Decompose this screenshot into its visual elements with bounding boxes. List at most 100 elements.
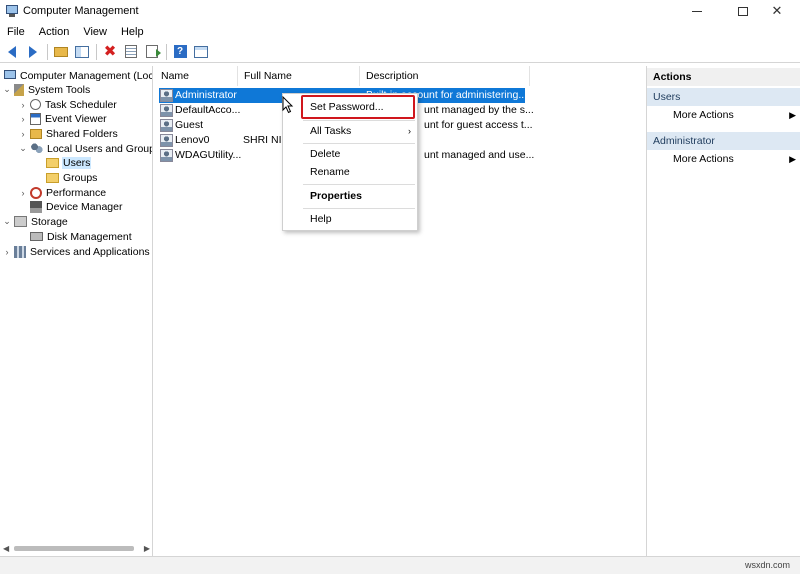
folder-icon: [46, 172, 59, 183]
folder-icon: [46, 157, 59, 168]
console-tree: Computer Management (Local ⌄ System Tool…: [0, 66, 153, 556]
tree-item-label: Disk Management: [47, 230, 132, 243]
status-bar: [0, 556, 800, 574]
menu-item-delete[interactable]: Delete: [283, 145, 419, 163]
window-title: Computer Management: [23, 5, 139, 17]
properties-button[interactable]: [121, 42, 141, 62]
menu-bar: File Action View Help: [0, 23, 800, 41]
watermark-text: wsxdn.com: [745, 560, 791, 570]
tree-item-system-tools[interactable]: ⌄ System Tools: [2, 82, 91, 97]
column-header-name[interactable]: Name: [155, 66, 238, 86]
tree-item-local-users-groups[interactable]: ⌄ Local Users and Groups: [18, 141, 153, 156]
toolbar-separator: [96, 43, 97, 60]
user-name: DefaultAcco...: [175, 104, 241, 116]
actions-section-administrator[interactable]: Administrator: [647, 132, 800, 150]
scrollbar-thumb[interactable]: [14, 546, 134, 551]
set-password-highlight-box: [301, 95, 415, 119]
menu-view[interactable]: View: [76, 26, 114, 38]
more-actions-label: More Actions: [673, 109, 734, 121]
toolbar-separator: [166, 43, 167, 60]
chevron-down-icon[interactable]: ⌄: [18, 143, 28, 154]
help-button[interactable]: ?: [170, 42, 190, 62]
chevron-right-icon[interactable]: ›: [18, 129, 28, 139]
user-name: Lenov0: [175, 134, 210, 146]
tree-item-label: Services and Applications: [30, 245, 150, 258]
tree-item-users[interactable]: Users: [44, 155, 92, 170]
maximize-icon: [738, 6, 748, 16]
tree-item-storage[interactable]: ⌄ Storage: [2, 214, 69, 229]
tree-item-label: Local Users and Groups: [47, 142, 153, 155]
tree-item-performance[interactable]: › Performance: [18, 185, 107, 200]
column-header-full-name[interactable]: Full Name: [238, 66, 360, 86]
show-hide-tree-button[interactable]: [72, 42, 92, 62]
tree-item-root[interactable]: Computer Management (Local: [2, 68, 153, 83]
chevron-right-icon[interactable]: ›: [18, 100, 28, 110]
user-name: WDAGUtility...: [175, 149, 241, 161]
submenu-arrow-icon: ▶: [789, 110, 796, 120]
menu-file[interactable]: File: [0, 26, 32, 38]
menu-item-properties[interactable]: Properties: [283, 187, 419, 205]
tree-item-services-applications[interactable]: › Services and Applications: [2, 244, 151, 259]
chevron-right-icon[interactable]: ›: [18, 114, 28, 124]
minimize-icon: [692, 10, 702, 12]
tree-item-groups[interactable]: Groups: [44, 170, 98, 185]
menu-item-rename[interactable]: Rename: [283, 163, 419, 181]
user-description: unt for guest access t...: [424, 119, 533, 131]
chevron-down-icon[interactable]: ⌄: [2, 216, 12, 227]
administrator-more-actions[interactable]: More Actions ▶: [647, 150, 800, 168]
user-full-name: SHRI NID: [243, 134, 285, 146]
event-viewer-icon: [30, 112, 41, 125]
forward-button[interactable]: [23, 42, 43, 62]
menu-separator: [303, 143, 415, 144]
tree-item-label: Performance: [46, 186, 107, 199]
delete-button[interactable]: ✖: [100, 42, 120, 62]
menu-help[interactable]: Help: [114, 26, 151, 38]
toolbar: ✖ ?: [0, 41, 800, 63]
users-more-actions[interactable]: More Actions ▶: [647, 106, 800, 124]
tree-item-label: Users: [62, 156, 92, 169]
chevron-down-icon[interactable]: ⌄: [2, 84, 12, 95]
tree-item-event-viewer[interactable]: › Event Viewer: [18, 111, 108, 126]
chevron-right-icon[interactable]: ›: [2, 247, 12, 257]
forward-arrow-icon: [29, 45, 37, 58]
menu-item-all-tasks[interactable]: All Tasks ›: [283, 122, 419, 140]
actions-header: Actions: [647, 68, 800, 86]
user-description: unt managed and use...: [424, 149, 534, 161]
tree-horizontal-scrollbar[interactable]: ◀ ▶: [0, 541, 153, 556]
list-header: Name Full Name Description: [155, 66, 645, 86]
user-icon: [160, 104, 173, 117]
tree-item-shared-folders[interactable]: › Shared Folders: [18, 126, 119, 141]
close-icon: ✕: [771, 3, 783, 18]
more-actions-label: More Actions: [673, 153, 734, 165]
tree-item-device-manager[interactable]: Device Manager: [28, 199, 123, 214]
tree-item-disk-management[interactable]: Disk Management: [28, 229, 133, 244]
close-button[interactable]: ✕: [754, 0, 800, 22]
chevron-right-icon[interactable]: ›: [18, 188, 28, 198]
show-hide-action-pane-button[interactable]: [191, 42, 211, 62]
help-icon: ?: [173, 45, 187, 58]
folder-up-icon: [54, 46, 68, 57]
actions-section-users[interactable]: Users: [647, 88, 800, 106]
export-icon: [146, 45, 161, 58]
scroll-left-icon[interactable]: ◀: [3, 544, 9, 553]
export-list-button[interactable]: [142, 42, 162, 62]
back-button[interactable]: [2, 42, 22, 62]
tree-item-label: Event Viewer: [45, 112, 107, 125]
user-icon: [160, 89, 173, 102]
mouse-cursor-icon: [282, 96, 294, 114]
menu-item-help[interactable]: Help: [283, 210, 419, 228]
tree-item-label: Computer Management (Local: [20, 69, 153, 82]
scroll-right-icon[interactable]: ▶: [144, 544, 150, 553]
tree-item-label: Shared Folders: [46, 127, 118, 140]
shared-folder-icon: [30, 128, 42, 139]
device-manager-icon: [30, 200, 42, 213]
column-header-description[interactable]: Description: [360, 66, 530, 86]
menu-action[interactable]: Action: [32, 26, 77, 38]
user-name: Administrator: [175, 89, 237, 101]
all-tasks-label: All Tasks: [310, 125, 352, 137]
title-bar: Computer Management ✕: [0, 0, 800, 22]
tree-item-task-scheduler[interactable]: › Task Scheduler: [18, 97, 118, 112]
computer-icon: [4, 70, 16, 79]
minimize-button[interactable]: [674, 0, 720, 22]
up-level-button[interactable]: [51, 42, 71, 62]
